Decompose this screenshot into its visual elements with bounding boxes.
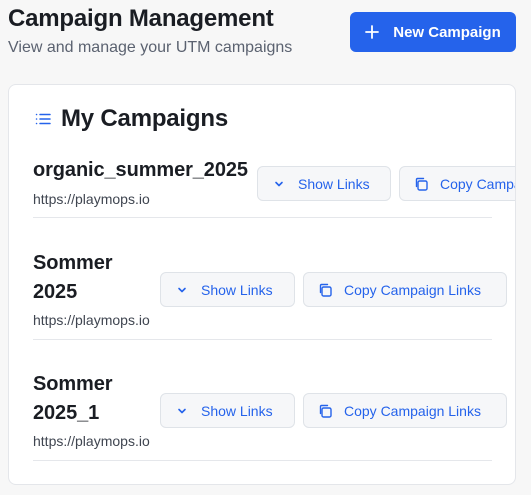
campaign-name: organic_summer_2025	[33, 159, 248, 181]
show-links-label: Show Links	[201, 402, 273, 419]
copy-icon	[318, 283, 332, 297]
show-links-label: Show Links	[298, 175, 370, 192]
copy-icon	[318, 404, 332, 418]
page-title: Campaign Management	[8, 5, 274, 32]
show-links-label: Show Links	[201, 281, 273, 298]
campaign-row: Sommer 2025_1 https://playmops.io Show L…	[33, 369, 507, 461]
copy-campaign-links-button[interactable]: Copy Campaign Links	[303, 393, 507, 428]
new-campaign-label: New Campaign	[393, 23, 501, 41]
list-icon	[35, 111, 51, 127]
card-header: My Campaigns	[35, 105, 228, 133]
campaign-row: organic_summer_2025 https://playmops.io …	[33, 155, 515, 218]
row-divider	[33, 217, 492, 218]
campaign-management-page: Campaign Management View and manage your…	[0, 0, 531, 495]
copy-campaign-links-label: Copy Campaign Links	[344, 402, 481, 419]
show-links-button[interactable]: Show Links	[257, 166, 391, 201]
copy-campaign-links-label: Copy Campaign Links	[344, 281, 481, 298]
page-subtitle: View and manage your UTM campaigns	[8, 39, 293, 56]
copy-campaign-links-button[interactable]: Copy Campaign Links	[303, 272, 507, 307]
campaign-name-line-2: 2025_1	[33, 402, 100, 424]
card-title: My Campaigns	[61, 105, 228, 132]
row-divider	[33, 339, 492, 340]
copy-campaign-links-label: Copy Campaign Links	[440, 175, 515, 192]
show-links-button[interactable]: Show Links	[160, 393, 295, 428]
show-links-button[interactable]: Show Links	[160, 272, 295, 307]
campaign-url: https://playmops.io	[33, 433, 150, 449]
campaign-name-line-1: Sommer	[33, 252, 113, 274]
campaign-row: Sommer 2025 https://playmops.io Show Lin…	[33, 248, 507, 340]
campaign-url: https://playmops.io	[33, 312, 150, 328]
chevron-down-icon	[175, 404, 189, 418]
chevron-down-icon	[175, 283, 189, 297]
campaign-name-line-1: Sommer	[33, 373, 113, 395]
copy-campaign-links-button[interactable]: Copy Campaign Links	[399, 166, 515, 201]
chevron-down-icon	[272, 177, 286, 191]
new-campaign-button[interactable]: New Campaign	[350, 12, 516, 52]
campaign-name-line-2: 2025	[33, 281, 78, 303]
campaigns-card: My Campaigns organic_summer_2025 https:/…	[8, 84, 516, 485]
copy-icon	[414, 177, 428, 191]
campaign-url: https://playmops.io	[33, 191, 150, 207]
plus-icon	[365, 25, 380, 39]
row-divider	[33, 460, 492, 461]
